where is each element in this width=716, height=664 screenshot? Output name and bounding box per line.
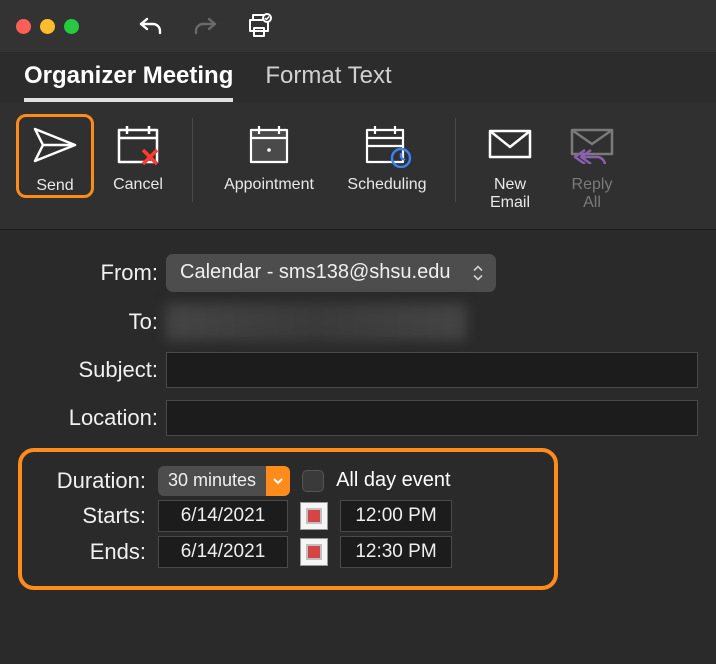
- print-icon[interactable]: [245, 12, 273, 40]
- new-email-label: New Email: [490, 176, 530, 213]
- to-field[interactable]: [166, 304, 466, 340]
- all-day-label: All day event: [336, 469, 451, 492]
- cancel-calendar-icon: [112, 118, 164, 170]
- cancel-button[interactable]: Cancel: [100, 114, 176, 194]
- reply-all-label: Reply All: [572, 176, 613, 213]
- chevron-down-icon: [266, 466, 290, 496]
- to-label: To:: [18, 309, 158, 335]
- subject-field[interactable]: [166, 352, 698, 388]
- tab-organizer-meeting[interactable]: Organizer Meeting: [24, 62, 233, 102]
- scheduling-button[interactable]: Scheduling: [335, 114, 439, 194]
- send-icon: [29, 119, 81, 171]
- duration-section: Duration: 30 minutes All day event Start…: [18, 448, 558, 590]
- duration-label: Duration:: [36, 468, 146, 494]
- from-value: Calendar - sms138@shsu.edu: [180, 261, 450, 284]
- duration-select[interactable]: 30 minutes: [158, 466, 290, 496]
- start-time-field[interactable]: 12:00 PM: [340, 500, 452, 532]
- duration-value: 30 minutes: [158, 470, 266, 491]
- all-day-checkbox[interactable]: [302, 470, 324, 492]
- redo-icon: [191, 12, 219, 40]
- scheduling-icon: [361, 118, 413, 170]
- start-date-field[interactable]: 6/14/2021: [158, 500, 288, 532]
- location-field[interactable]: [166, 400, 698, 436]
- from-select[interactable]: Calendar - sms138@shsu.edu: [166, 254, 496, 292]
- new-email-button[interactable]: New Email: [472, 114, 548, 213]
- send-label: Send: [36, 177, 73, 195]
- scheduling-label: Scheduling: [347, 176, 426, 194]
- envelope-icon: [484, 118, 536, 170]
- chevron-updown-icon: [472, 265, 486, 280]
- reply-all-button: Reply All: [554, 114, 630, 213]
- location-label: Location:: [18, 405, 158, 431]
- end-date-picker-icon[interactable]: [300, 538, 328, 566]
- ribbon-separator: [455, 118, 456, 202]
- appointment-button[interactable]: Appointment: [209, 114, 329, 194]
- reply-all-icon: [566, 118, 618, 170]
- cancel-label: Cancel: [113, 176, 163, 194]
- ends-label: Ends:: [36, 539, 146, 565]
- end-time-field[interactable]: 12:30 PM: [340, 536, 452, 568]
- ribbon-separator: [192, 118, 193, 202]
- window-minimize-button[interactable]: [40, 19, 55, 34]
- subject-label: Subject:: [18, 357, 158, 383]
- appointment-label: Appointment: [224, 176, 314, 194]
- send-button[interactable]: Send: [16, 114, 94, 198]
- end-date-field[interactable]: 6/14/2021: [158, 536, 288, 568]
- undo-icon[interactable]: [137, 12, 165, 40]
- starts-label: Starts:: [36, 503, 146, 529]
- start-date-picker-icon[interactable]: [300, 502, 328, 530]
- window-zoom-button[interactable]: [64, 19, 79, 34]
- from-label: From:: [18, 260, 158, 286]
- window-close-button[interactable]: [16, 19, 31, 34]
- appointment-icon: [243, 118, 295, 170]
- tab-format-text[interactable]: Format Text: [265, 62, 391, 102]
